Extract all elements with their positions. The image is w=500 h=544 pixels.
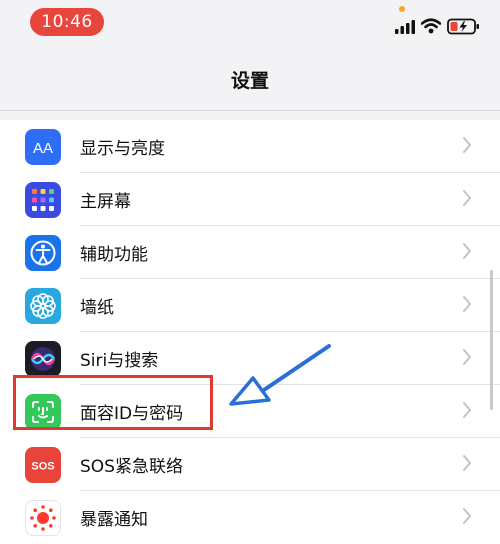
display-icon-text: AA [33, 140, 53, 157]
chevron-right-icon [463, 455, 472, 471]
section-gap [0, 111, 500, 120]
orange-indicator-dot [399, 6, 405, 12]
status-bar: 10:46 [0, 0, 500, 52]
settings-item-emergency-sos[interactable]: SOS SOS紧急联络 [0, 438, 500, 491]
settings-item-display-brightness[interactable]: AA 显示与亮度 [0, 120, 500, 173]
chevron-right-icon [463, 137, 472, 153]
chevron-right-icon [463, 190, 472, 206]
exposure-notification-icon [25, 500, 61, 536]
settings-item-label: 辅助功能 [80, 245, 148, 265]
chevron-right-icon [463, 296, 472, 312]
chevron-right-icon [463, 243, 472, 259]
highlight-box [13, 375, 213, 430]
scrollbar[interactable] [490, 270, 493, 410]
settings-item-label: Siri与搜索 [80, 351, 159, 371]
page-title: 设置 [230, 70, 269, 92]
settings-item-label: SOS紧急联络 [80, 457, 183, 477]
settings-item-wallpaper[interactable]: 墙纸 [0, 279, 500, 332]
settings-item-label: 暴露通知 [80, 510, 148, 530]
display-brightness-icon: AA [25, 129, 61, 165]
settings-item-label: 墙纸 [80, 298, 114, 318]
siri-icon [25, 341, 61, 377]
settings-item-accessibility[interactable]: 辅助功能 [0, 226, 500, 279]
navigation-bar: 设置 [0, 52, 500, 111]
sos-icon: SOS [25, 447, 61, 483]
wallpaper-icon [25, 288, 61, 324]
accessibility-icon [25, 235, 61, 271]
status-time[interactable]: 10:46 [30, 8, 104, 36]
sos-icon-text: SOS [31, 461, 54, 473]
chevron-right-icon [463, 349, 472, 365]
battery-charging-icon [447, 18, 479, 35]
settings-item-home-screen[interactable]: 主屏幕 [0, 173, 500, 226]
annotation-arrow-icon [229, 344, 331, 406]
chevron-right-icon [463, 508, 472, 524]
settings-item-label: 显示与亮度 [80, 139, 165, 159]
settings-item-label: 主屏幕 [80, 192, 131, 212]
wifi-icon [421, 18, 441, 34]
home-screen-icon [25, 182, 61, 218]
cellular-signal-icon [395, 20, 415, 34]
settings-item-exposure-notifications[interactable]: 暴露通知 [0, 491, 500, 544]
chevron-right-icon [463, 402, 472, 418]
